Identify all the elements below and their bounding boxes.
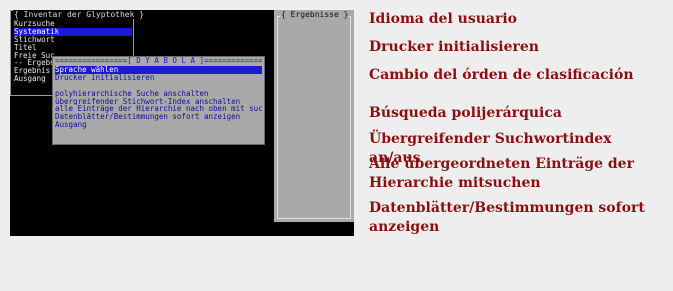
results-window: { Ergebnisse } [274,10,354,222]
popup-item-stichwort-index[interactable]: übergreifender Stichwort-Index anschalte… [55,98,262,106]
note-hierarchie: Alle übergeordneten Einträge der Hierarc… [369,156,634,191]
note-clasificacion: Cambio del órden de clasificación [369,67,634,83]
menu-item-titel[interactable]: Titel [14,44,132,52]
menu-item-stichwort[interactable]: Stichwort [14,36,132,44]
popup-separator [55,82,262,90]
popup-item-datenblaetter[interactable]: Datenblätter/Bestimmungen sofort anzeige… [55,113,262,121]
note-datenblaetter: Datenblätter/Bestimmungen sofort anzeige… [369,200,645,235]
menu-item-systematik[interactable]: Systematik [14,27,132,36]
note-idioma: Idioma del usuario [369,11,517,27]
popup-item-sprache[interactable]: Sprache wählen [55,66,262,74]
inventory-window-title: { Inventar der Glyptothek } [13,10,146,19]
results-area[interactable] [277,16,351,219]
menu-item-kurzsuche[interactable]: Kurzsuche [14,20,132,28]
popup-title: ================[ D Y A B O L A ]=======… [55,57,262,65]
popup-item-ausgang[interactable]: Ausgang [55,121,262,129]
popup-item-polyhierarchisch[interactable]: polyhierarchische Suche anschalten [55,90,262,98]
popup-item-drucker[interactable]: Drucker initialisieren [55,74,262,82]
popup-menu: Sprache wählen Drucker initialisieren po… [55,66,262,129]
note-polijerarquica: Búsqueda polijerárquica [369,105,562,121]
options-popup: ================[ D Y A B O L A ]=======… [52,56,265,145]
popup-item-hierarchie-suche[interactable]: alle Einträge der Hierarchie nach oben m… [55,105,262,113]
note-drucker: Drucker initialisieren [369,39,539,55]
results-window-title: { Ergebnisse } [280,10,350,19]
dos-screen: { Inventar der Glyptothek } Kurzsuche Sy… [10,10,354,236]
